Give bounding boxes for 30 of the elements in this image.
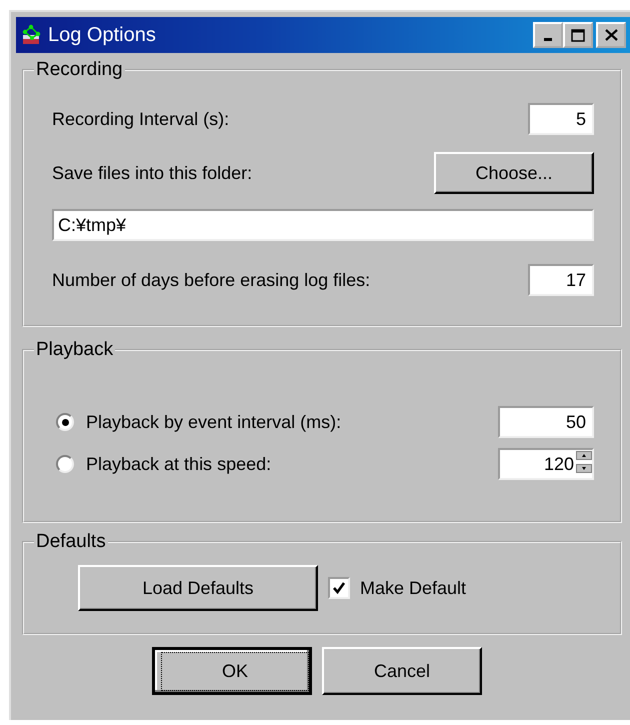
load-defaults-button[interactable]: Load Defaults [78, 565, 318, 611]
folder-label: Save files into this folder: [52, 162, 252, 184]
choose-button[interactable]: Choose... [434, 152, 594, 194]
network-icon [22, 24, 42, 46]
checkbox-label: Make Default [360, 578, 466, 598]
close-icon [604, 29, 618, 41]
speed-spinner[interactable]: 120 [498, 448, 594, 480]
folder-path-field[interactable]: C:¥tmp¥ [52, 209, 594, 241]
group-title: Recording [35, 59, 124, 81]
close-button[interactable] [596, 22, 626, 48]
minimize-button[interactable] [533, 22, 563, 48]
days-field[interactable]: 17 [528, 264, 594, 296]
dialog-button[interactable]: OK [152, 647, 312, 695]
maximize-button[interactable] [563, 22, 593, 48]
radio-label: Playback by event interval (ms): [86, 412, 342, 432]
radio-label: Playback at this speed: [86, 454, 272, 474]
radio-button[interactable] [56, 413, 74, 431]
window-title: Log Options [48, 24, 157, 46]
checkmark-icon [331, 580, 347, 596]
maximize-icon [571, 28, 585, 42]
dialog-button[interactable]: Cancel [322, 647, 482, 695]
group-title: Playback [35, 339, 114, 361]
radio-button[interactable] [56, 455, 74, 473]
interval-field[interactable]: 50 [498, 406, 594, 438]
checkbox[interactable] [328, 577, 350, 599]
group-title: Defaults [35, 531, 107, 553]
interval-field[interactable]: 5 [528, 103, 594, 135]
minimize-icon [544, 38, 552, 40]
days-label: Number of days before erasing log files: [52, 270, 370, 290]
interval-label: Recording Interval (s): [52, 108, 230, 130]
